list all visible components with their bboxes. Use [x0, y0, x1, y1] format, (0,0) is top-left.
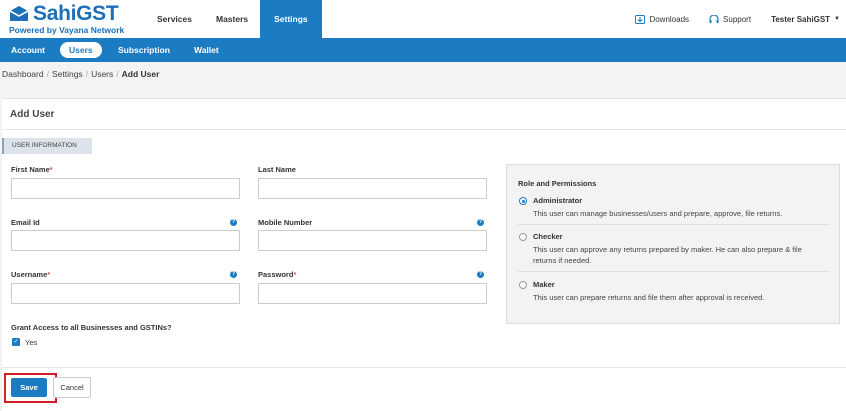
role-maker[interactable]: Maker This user can prepare returns and … [518, 280, 830, 306]
first-name-label: First Name* [11, 165, 53, 174]
breadcrumb-settings[interactable]: Settings [52, 69, 83, 79]
role-description: This user can approve any returns prepar… [533, 245, 802, 265]
help-icon[interactable]: ? [230, 271, 237, 278]
role-name: Maker [533, 280, 555, 289]
breadcrumb-current: Add User [121, 69, 160, 79]
role-name: Checker [533, 232, 563, 241]
support-label: Support [723, 14, 752, 24]
username-label: Username* [11, 270, 51, 279]
subnav-account[interactable]: Account [11, 42, 45, 58]
top-bar: SahiGST Powered by Vayana Network Servic… [0, 0, 846, 38]
divider [518, 271, 830, 272]
main-nav: Services Masters Settings [145, 0, 322, 38]
brand-name: SahiGST [33, 2, 119, 25]
radio-maker[interactable] [519, 281, 527, 289]
page-title: Add User [10, 109, 55, 120]
downloads-link[interactable]: Downloads [635, 14, 690, 24]
role-description: This user can manage businesses/users an… [533, 209, 783, 218]
user-menu[interactable]: Tester SahiGST ▼ [771, 15, 840, 24]
radio-administrator[interactable] [519, 197, 527, 205]
last-name-input[interactable] [258, 178, 487, 199]
role-description: This user can prepare returns and file t… [533, 293, 765, 302]
subnav-subscription[interactable]: Subscription [118, 42, 170, 58]
breadcrumb-users[interactable]: Users [91, 69, 113, 79]
role-checker[interactable]: Checker This user can approve any return… [518, 232, 830, 268]
roles-panel: Role and Permissions Administrator This … [506, 164, 840, 324]
downloads-icon [635, 14, 646, 24]
roles-title: Role and Permissions [518, 179, 597, 188]
divider [2, 129, 846, 130]
first-name-input[interactable] [11, 178, 240, 199]
save-button[interactable]: Save [11, 378, 47, 397]
sub-nav: Account Users Subscription Wallet [0, 38, 846, 62]
subnav-wallet[interactable]: Wallet [194, 42, 219, 58]
cancel-button[interactable]: Cancel [53, 377, 91, 398]
help-icon[interactable]: ? [477, 219, 484, 226]
grant-access-option: Yes [25, 338, 38, 347]
section-header: USER INFORMATION [2, 138, 92, 154]
help-icon[interactable]: ? [477, 271, 484, 278]
mobile-label: Mobile Number [258, 218, 313, 227]
caret-down-icon: ▼ [834, 16, 840, 22]
help-icon[interactable]: ? [230, 219, 237, 226]
mobile-input[interactable] [258, 230, 487, 251]
brand-tagline: Powered by Vayana Network [9, 25, 125, 35]
subnav-users[interactable]: Users [60, 42, 102, 58]
email-input[interactable] [11, 230, 240, 251]
logo-icon [9, 6, 29, 21]
right-nav: Downloads Support Tester SahiGST ▼ [615, 0, 840, 38]
password-label: Password* [258, 270, 297, 279]
nav-services[interactable]: Services [145, 0, 204, 38]
breadcrumb: Dashboard / Settings / Users / Add User [2, 69, 160, 79]
password-input[interactable] [258, 283, 487, 304]
nav-masters[interactable]: Masters [204, 0, 260, 38]
radio-checker[interactable] [519, 233, 527, 241]
username-input[interactable] [11, 283, 240, 304]
brand-logo[interactable]: SahiGST Powered by Vayana Network [8, 2, 138, 35]
nav-settings[interactable]: Settings [260, 0, 322, 38]
add-user-panel: Add User USER INFORMATION First Name* La… [2, 98, 846, 411]
role-administrator[interactable]: Administrator This user can manage busin… [518, 196, 830, 222]
grant-access-checkbox[interactable]: ✓ [12, 338, 20, 346]
divider [518, 224, 830, 225]
role-name: Administrator [533, 196, 583, 205]
last-name-label: Last Name [258, 165, 296, 174]
downloads-label: Downloads [649, 14, 690, 24]
support-link[interactable]: Support [709, 14, 752, 24]
email-label: Email Id [11, 218, 40, 227]
breadcrumb-dashboard[interactable]: Dashboard [2, 69, 44, 79]
divider [2, 367, 846, 368]
user-name: Tester SahiGST [771, 14, 831, 24]
grant-access-label: Grant Access to all Businesses and GSTIN… [11, 323, 172, 332]
support-icon [709, 14, 719, 23]
